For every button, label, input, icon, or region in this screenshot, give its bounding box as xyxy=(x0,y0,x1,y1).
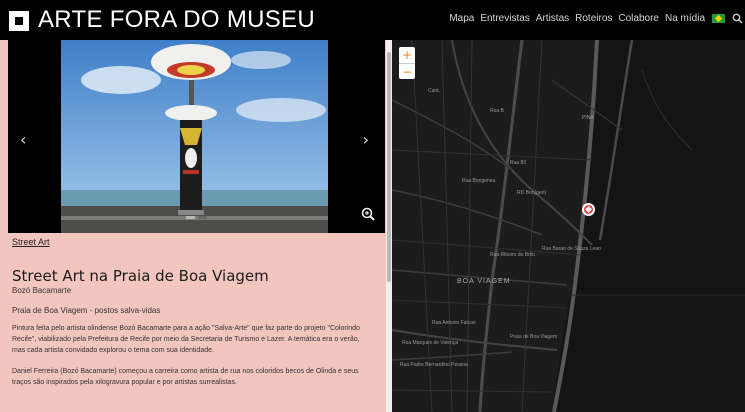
logo-icon[interactable] xyxy=(9,11,29,31)
nav-item-colabore[interactable]: Colabore xyxy=(618,13,659,24)
carousel-dot[interactable] xyxy=(186,216,195,219)
carousel-indicators xyxy=(186,216,208,219)
description-paragraph: Pintura feita pelo artista olindense Boz… xyxy=(12,325,360,354)
map-zoom-out-button[interactable]: − xyxy=(399,63,415,79)
artist-name: Bozó Bacamarte xyxy=(12,286,72,295)
image-carousel: ‹ › xyxy=(8,40,385,233)
article-panel: ‹ › xyxy=(0,40,386,412)
carousel-prev-button[interactable]: ‹ xyxy=(20,130,26,149)
search-icon[interactable] xyxy=(732,13,743,24)
map-zoom-in-button[interactable]: + xyxy=(399,47,415,63)
map-label: Rua Antonio Falcao xyxy=(432,320,476,326)
map-roads xyxy=(392,40,745,412)
map-label: Rua Barao de Souza Leao xyxy=(542,246,601,252)
map-label: Rua B xyxy=(490,108,504,114)
map-label: Rua Padre Bernardino Pessoa xyxy=(400,362,468,368)
map-label: Cant. xyxy=(428,88,440,94)
artwork-photo[interactable] xyxy=(61,40,328,233)
map-label: Rua Bongenea xyxy=(462,178,496,184)
map-zoom-control: + − xyxy=(399,47,415,79)
map-label: BOA VIAGEM xyxy=(457,278,511,285)
site-header: ARTE FORA DO MUSEU Mapa Entrevistas Arti… xyxy=(0,0,745,40)
category-link[interactable]: Street Art xyxy=(12,237,50,247)
scrollbar-thumb[interactable] xyxy=(387,52,391,282)
artwork-map-pin[interactable] xyxy=(582,203,595,216)
nav-item-na-midia[interactable]: Na mídia xyxy=(665,13,705,24)
map-label: Praia de Boa Viagem xyxy=(510,334,558,340)
map-view[interactable]: + − Cant. Rua B PINA Rua 80 Rua Bongenea… xyxy=(392,40,745,412)
carousel-dot[interactable] xyxy=(198,216,207,219)
artwork-location: Praia de Boa Viagem - postos salva-vidas xyxy=(12,306,161,315)
nav-item-artistas[interactable]: Artistas xyxy=(536,13,569,24)
nav-item-mapa[interactable]: Mapa xyxy=(449,13,474,24)
zoom-in-icon[interactable] xyxy=(361,207,375,221)
artist-bio-paragraph: Daniel Ferreira (Bozó Bacamarte) começou… xyxy=(12,368,359,386)
nav-item-roteiros[interactable]: Roteiros xyxy=(575,13,612,24)
map-label: PINA xyxy=(582,115,594,121)
map-label: Rua Marques de Valença xyxy=(402,340,459,346)
brazil-flag-icon[interactable] xyxy=(712,14,725,23)
article-title: Street Art na Praia de Boa Viagem xyxy=(12,267,269,285)
map-label: RD Bon(gen) xyxy=(517,190,547,196)
site-title[interactable]: ARTE FORA DO MUSEU xyxy=(38,6,315,34)
map-label: Rua 80 xyxy=(510,160,527,166)
main-nav: Mapa Entrevistas Artistas Roteiros Colab… xyxy=(443,13,725,24)
nav-item-entrevistas[interactable]: Entrevistas xyxy=(480,13,529,24)
map-label: Rua Ribeiro de Brito xyxy=(490,252,536,258)
carousel-next-button[interactable]: › xyxy=(363,130,369,149)
